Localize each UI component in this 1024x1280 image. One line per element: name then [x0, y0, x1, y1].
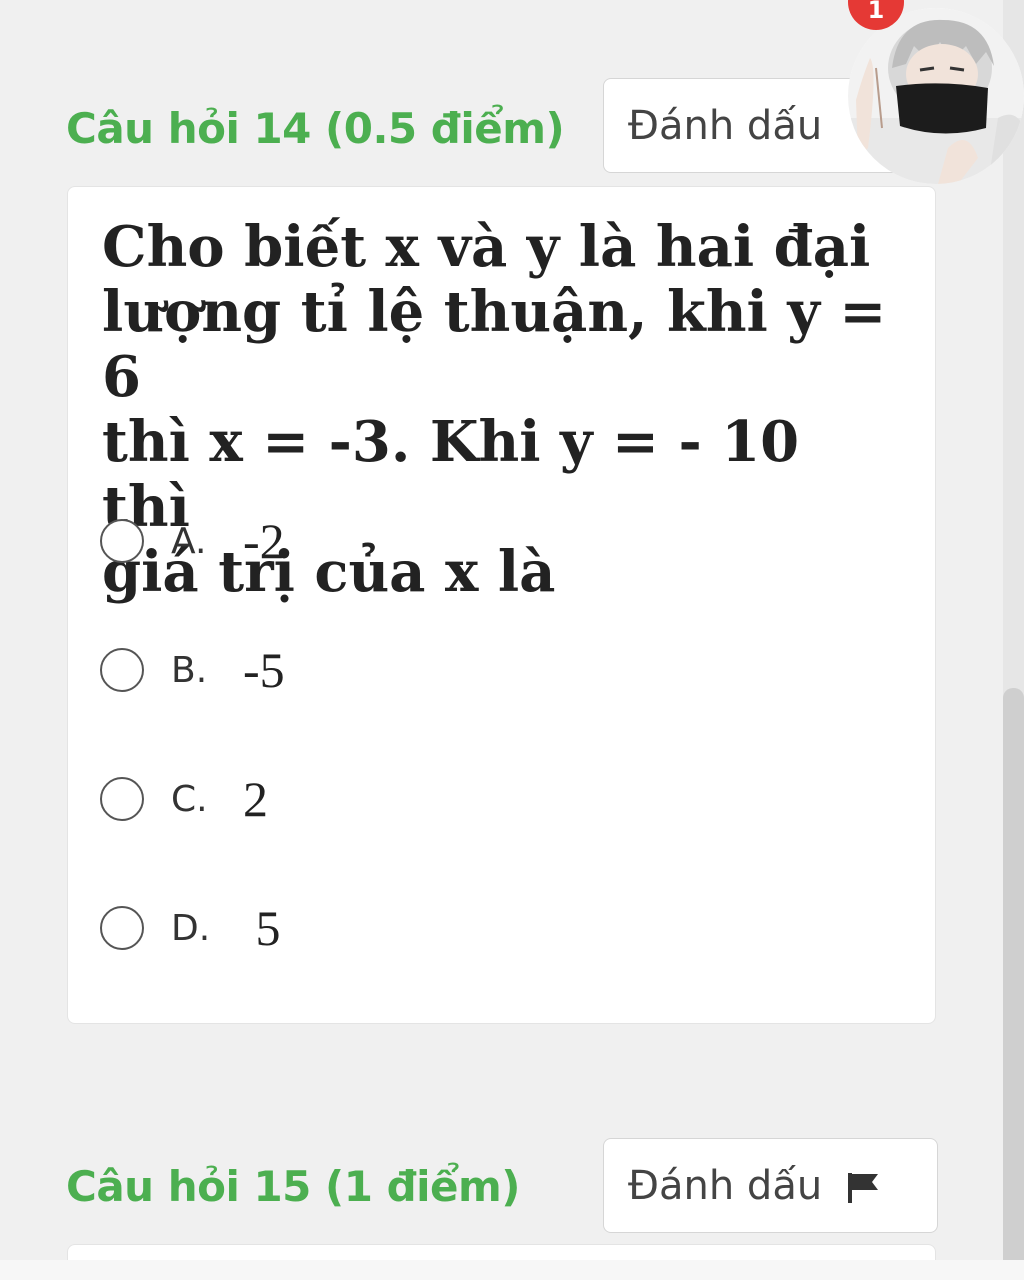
option-a-radio[interactable]: [100, 519, 144, 563]
question-text-line: Cho biết x và y là hai đại: [102, 214, 871, 280]
option-a-value: -2: [243, 513, 285, 569]
option-b[interactable]: B. -5: [100, 640, 285, 700]
scrollbar-thumb[interactable]: [1003, 688, 1024, 1260]
bottom-edge: [0, 1260, 1024, 1280]
question-15-title: Câu hỏi 15 (1 điểm): [66, 1162, 520, 1211]
option-b-letter: B.: [171, 649, 208, 691]
option-c-radio[interactable]: [100, 777, 144, 821]
option-b-radio[interactable]: [100, 648, 144, 692]
anime-character-avatar-icon: [848, 8, 1024, 184]
flag-icon: [846, 1169, 880, 1203]
notification-count: 1: [867, 0, 885, 24]
option-d[interactable]: D. 5: [100, 898, 281, 958]
option-c-letter: C.: [171, 778, 208, 820]
user-avatar[interactable]: [848, 8, 1024, 184]
flag-button-label: Đánh dấu: [628, 102, 823, 149]
option-d-radio[interactable]: [100, 906, 144, 950]
option-b-value: -5: [243, 642, 285, 698]
question-14-card: Cho biết x và y là hai đại lượng tỉ lệ t…: [67, 186, 936, 1024]
option-a[interactable]: A. -2: [100, 511, 285, 571]
option-c-value: 2: [243, 771, 268, 827]
flag-button-label: Đánh dấu: [628, 1162, 823, 1209]
option-d-letter: D.: [171, 907, 211, 949]
option-a-letter: A.: [171, 520, 207, 562]
question-text-line: lượng tỉ lệ thuận, khi y = 6: [102, 279, 887, 410]
option-d-value: 5: [243, 900, 281, 956]
option-c[interactable]: C. 2: [100, 769, 268, 829]
question-14-title: Câu hỏi 14 (0.5 điểm): [66, 104, 565, 153]
question-15-flag-button[interactable]: Đánh dấu: [603, 1138, 938, 1233]
